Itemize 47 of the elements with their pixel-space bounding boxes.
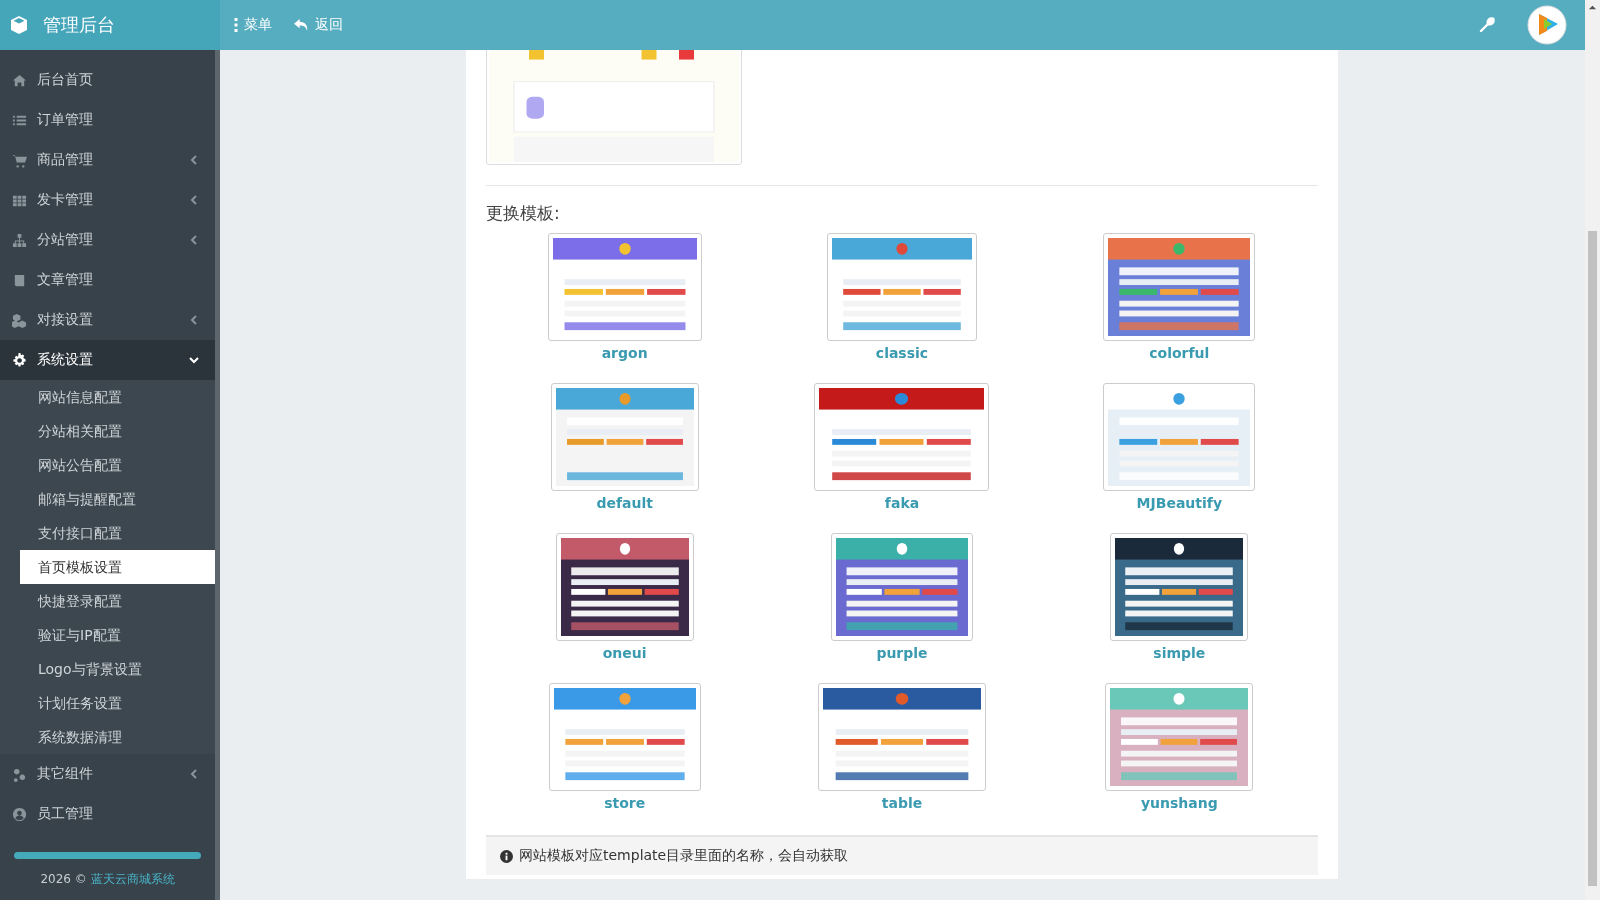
chevron-left-icon bbox=[189, 155, 199, 165]
home-icon bbox=[12, 72, 27, 88]
sidebar-item[interactable]: 系统设置 bbox=[0, 340, 215, 380]
submenu-item[interactable]: 分站相关配置 bbox=[20, 414, 215, 448]
brand-link[interactable]: 蓝天云商城系统 bbox=[90, 872, 175, 886]
scrollbar-thumb[interactable] bbox=[1588, 231, 1597, 886]
undo-icon bbox=[294, 18, 309, 32]
sidebar-item[interactable]: 其它组件 bbox=[0, 754, 215, 794]
chevron-down-icon bbox=[189, 355, 199, 365]
tree-icon bbox=[12, 232, 27, 248]
scroll-up-icon[interactable] bbox=[1588, 3, 1597, 12]
more-icon bbox=[234, 18, 238, 32]
copyright-text: 2026 © bbox=[40, 872, 87, 886]
gear-icon bbox=[12, 352, 27, 368]
scrollbar[interactable] bbox=[1585, 0, 1600, 900]
submenu-item[interactable]: 快捷登录配置 bbox=[20, 584, 215, 618]
submenu-item[interactable]: 计划任务设置 bbox=[20, 686, 215, 720]
submenu-item[interactable]: 系统数据清理 bbox=[20, 720, 215, 754]
submenu-item[interactable]: 验证与IP配置 bbox=[20, 618, 215, 652]
sidebar-item[interactable]: 文章管理 bbox=[0, 260, 215, 300]
sidebar-item[interactable]: 员工管理 bbox=[0, 794, 215, 834]
user-icon bbox=[12, 806, 27, 822]
sidebar-item[interactable]: 分站管理 bbox=[0, 220, 215, 260]
info-icon bbox=[500, 849, 513, 863]
sidebar-item[interactable]: 发卡管理 bbox=[0, 180, 215, 220]
section-title: 更换模板: bbox=[486, 202, 561, 225]
submenu-item[interactable]: 网站公告配置 bbox=[20, 448, 215, 482]
submenu-item[interactable]: 支付接口配置 bbox=[20, 516, 215, 550]
submenu-item[interactable]: 邮箱与提醒配置 bbox=[20, 482, 215, 516]
submenu-item[interactable]: 首页模板设置 bbox=[20, 550, 215, 584]
cubes-icon bbox=[12, 312, 27, 328]
chevron-left-icon bbox=[189, 315, 199, 325]
cube-icon bbox=[9, 15, 29, 35]
submenu-item[interactable]: Logo与背景设置 bbox=[20, 652, 215, 686]
sidebar-item[interactable]: 商品管理 bbox=[0, 140, 215, 180]
book-icon bbox=[12, 272, 27, 288]
chevron-left-icon bbox=[189, 769, 199, 779]
app-title: 管理后台 bbox=[43, 13, 115, 37]
submenu-item[interactable]: 网站信息配置 bbox=[20, 380, 215, 414]
chevron-left-icon bbox=[189, 235, 199, 245]
cart-icon bbox=[12, 152, 27, 168]
sidebar-item[interactable]: 对接设置 bbox=[0, 300, 215, 340]
avatar-icon[interactable] bbox=[1527, 5, 1567, 45]
sidebar-item[interactable]: 后台首页 bbox=[0, 60, 215, 100]
sidebar-item[interactable]: 订单管理 bbox=[0, 100, 215, 140]
chevron-left-icon bbox=[189, 195, 199, 205]
note-text: 网站模板对应template目录里面的名称，会自动获取 bbox=[519, 847, 849, 865]
